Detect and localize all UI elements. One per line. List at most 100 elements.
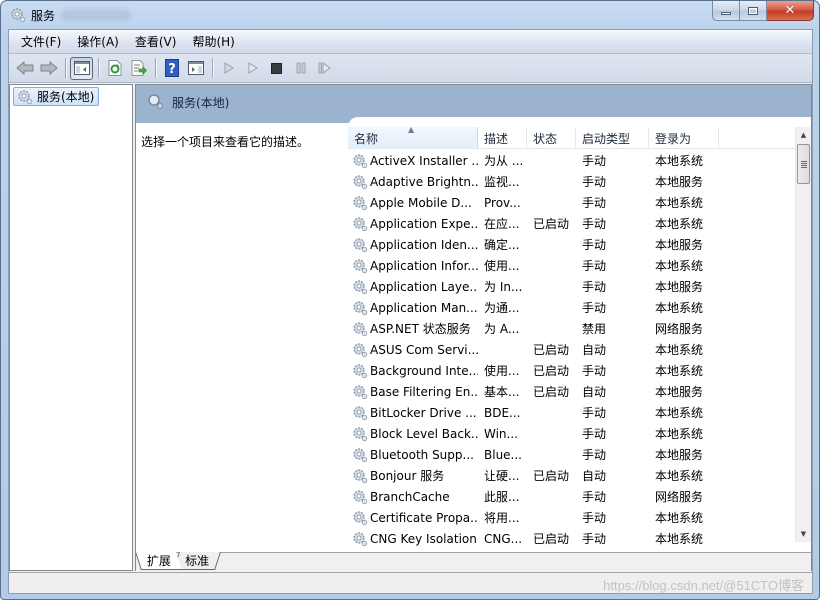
service-row[interactable]: Certificate Propa... 将用... 手动 本地系统 (348, 507, 795, 528)
service-row[interactable]: Apple Mobile D... Prov... 手动 本地系统 (348, 192, 795, 213)
scroll-down-button[interactable]: ▼ (796, 526, 811, 542)
service-startup-type: 自动 (582, 469, 607, 483)
service-log-on-as: 本地系统 (655, 364, 704, 378)
close-button[interactable]: ✕ (767, 1, 814, 21)
service-gear-icon (353, 279, 368, 294)
column-header-description[interactable]: 描述 (478, 127, 527, 149)
service-description: CNG... (484, 531, 523, 546)
list-header: ▲ 名称 描述 状态 启动类型 登录为 (348, 125, 795, 149)
service-row[interactable]: Application Laye... 为 In... 手动 本地服务 (348, 276, 795, 297)
service-row[interactable]: Application Man... 为通... 手动 本地系统 (348, 297, 795, 318)
service-row[interactable]: Application Iden... 确定... 手动 本地服务 (348, 234, 795, 255)
service-description: 使用... (484, 364, 520, 378)
service-name: Block Level Back... (370, 426, 478, 441)
pause-service-button[interactable] (289, 57, 312, 80)
service-startup-type: 手动 (582, 175, 607, 189)
service-row[interactable]: Base Filtering En... 基本... 已启动 自动 本地服务 (348, 381, 795, 402)
service-row[interactable]: Bonjour 服务 让硬... 已启动 自动 本地系统 (348, 465, 795, 486)
minimize-button[interactable] (712, 1, 740, 21)
restart-service-button[interactable] (313, 57, 336, 80)
service-description: Win... (484, 426, 518, 441)
service-name: Adaptive Brightn... (370, 174, 478, 189)
service-row[interactable]: ActiveX Installer ... 为从 ... 手动 本地系统 (348, 150, 795, 171)
service-description: 为从 ... (484, 154, 524, 168)
service-name: Base Filtering En... (370, 384, 478, 399)
forward-button[interactable] (37, 57, 60, 80)
menu-view[interactable]: 查看(V) (127, 31, 185, 52)
pause-icon (296, 62, 305, 74)
tab-label: 扩展 (146, 554, 171, 568)
service-name: Background Inte... (370, 363, 478, 378)
scroll-thumb[interactable] (797, 144, 810, 184)
menu-file[interactable]: 文件(F) (13, 31, 69, 52)
service-name-cell: BranchCache (348, 489, 478, 505)
caption-buttons: ✕ (712, 1, 814, 21)
service-row[interactable]: ASUS Com Servi... 已启动 自动 本地系统 (348, 339, 795, 360)
service-status: 已启动 (533, 469, 570, 483)
service-log-on-as: 本地服务 (655, 175, 704, 189)
service-log-on-as: 本地系统 (655, 217, 704, 231)
maximize-button[interactable] (740, 1, 767, 21)
service-description: Blue... (484, 447, 522, 462)
service-row[interactable]: Adaptive Brightn... 监视... 手动 本地服务 (348, 171, 795, 192)
scroll-up-button[interactable]: ▲ (796, 127, 811, 143)
service-row[interactable]: Application Infor... 使用... 手动 本地系统 (348, 255, 795, 276)
service-row[interactable]: BitLocker Drive ... BDE... 手动 本地系统 (348, 402, 795, 423)
column-header-filler (719, 127, 795, 149)
column-header-name[interactable]: ▲ 名称 (348, 125, 478, 149)
start-service-button[interactable] (217, 57, 240, 80)
toolbar-separator (155, 58, 156, 78)
service-row[interactable]: Bluetooth Supp... Blue... 手动 本地服务 (348, 444, 795, 465)
menu-help[interactable]: 帮助(H) (184, 31, 242, 52)
service-log-on-as: 本地系统 (655, 154, 704, 168)
menu-action[interactable]: 操作(A) (69, 31, 127, 52)
back-button[interactable] (13, 57, 36, 80)
tree-node-services-local[interactable]: 服务(本地) (13, 87, 100, 106)
column-header-status[interactable]: 状态 (527, 127, 576, 149)
service-row[interactable]: Application Expe... 在应... 已启动 手动 本地系统 (348, 213, 795, 234)
service-log-on-as: 本地系统 (655, 406, 704, 420)
details-pane: 服务(本地) 选择一个项目来查看它的描述。 ▲ 名称 描述 状态 启动类型 登录… (135, 84, 812, 571)
service-name: Certificate Propa... (370, 510, 478, 525)
service-startup-type: 手动 (582, 259, 607, 273)
service-log-on-as: 本地系统 (655, 343, 704, 357)
stop-service-button[interactable] (265, 57, 288, 80)
service-name-cell: Certificate Propa... (348, 510, 478, 526)
service-status: 已启动 (533, 364, 570, 378)
action-pane-icon (187, 61, 204, 75)
service-row[interactable]: CNG Key Isolation CNG... 已启动 手动 本地系统 (348, 528, 795, 549)
service-row[interactable]: Background Inte... 使用... 已启动 手动 本地系统 (348, 360, 795, 381)
refresh-button[interactable] (103, 57, 126, 80)
service-status: 已启动 (533, 532, 570, 546)
service-status: 已启动 (533, 385, 570, 399)
menu-bar: 文件(F) 操作(A) 查看(V) 帮助(H) (9, 30, 812, 54)
service-log-on-as: 本地服务 (655, 280, 704, 294)
service-gear-icon (353, 510, 368, 525)
service-log-on-as: 本地系统 (655, 469, 704, 483)
service-startup-type: 手动 (582, 406, 607, 420)
service-startup-type: 自动 (582, 343, 607, 357)
service-row[interactable]: BranchCache 此服... 手动 网络服务 (348, 486, 795, 507)
title-bar[interactable]: 服务 ✕ (1, 1, 819, 29)
start-service-alt-button[interactable] (241, 57, 264, 80)
show-action-pane-button[interactable] (184, 57, 207, 80)
show-hide-console-tree-button[interactable] (70, 56, 93, 80)
service-name-cell: Background Inte... (348, 363, 478, 379)
vertical-scrollbar[interactable]: ▲ ▼ (795, 127, 811, 542)
tab-extended[interactable]: 扩展 (135, 552, 182, 570)
help-button[interactable]: ? (160, 57, 183, 80)
services-gear-icon (11, 8, 26, 23)
service-row[interactable]: Block Level Back... Win... 手动 本地系统 (348, 423, 795, 444)
export-list-button[interactable] (127, 57, 150, 80)
service-log-on-as: 网络服务 (655, 322, 704, 336)
service-gear-icon (353, 195, 368, 210)
service-name: Application Laye... (370, 279, 478, 294)
restart-icon (318, 62, 331, 74)
column-header-startup-type[interactable]: 启动类型 (576, 127, 649, 149)
service-name: Application Infor... (370, 258, 478, 273)
service-name-cell: Apple Mobile D... (348, 195, 478, 211)
service-startup-type: 手动 (582, 532, 607, 546)
service-row[interactable]: ASP.NET 状态服务为 A... 禁用 网络服务 (348, 318, 795, 339)
blurred-title-area (61, 9, 131, 21)
column-header-log-on-as[interactable]: 登录为 (649, 127, 719, 149)
